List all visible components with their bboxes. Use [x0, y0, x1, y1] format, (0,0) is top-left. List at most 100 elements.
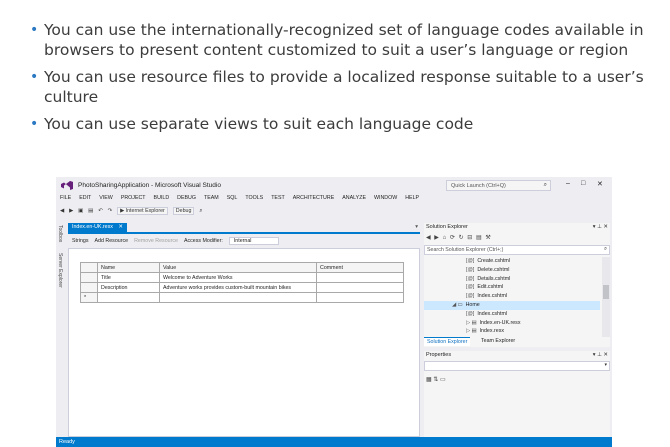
menu-build[interactable]: BUILD	[154, 195, 170, 204]
strings-dropdown[interactable]: Strings	[72, 238, 89, 244]
tree-item[interactable]: ▷ ▤ Index.resx	[424, 327, 600, 336]
table-row[interactable]: Title Welcome to Adventure Works	[80, 272, 404, 283]
cell-name[interactable]	[97, 292, 160, 303]
refresh-icon[interactable]: ↻	[459, 235, 465, 241]
save-icon[interactable]: ▤	[88, 208, 93, 214]
solution-explorer-search[interactable]: Search Solution Explorer (Ctrl+;) ⌕	[424, 245, 610, 255]
menu-view[interactable]: VIEW	[99, 195, 113, 204]
back-icon[interactable]: ◀	[60, 208, 64, 214]
column-header-name[interactable]: Name	[97, 262, 160, 273]
close-button[interactable]: ✕	[597, 180, 603, 188]
remove-resource-button[interactable]: Remove Resource	[134, 238, 178, 244]
cell-name[interactable]: Title	[97, 272, 160, 283]
file-type-icon: [@]	[466, 275, 475, 282]
menu-debug[interactable]: DEBUG	[177, 195, 196, 204]
tree-item[interactable]: [@] Delete.cshtml	[424, 266, 600, 275]
categorized-icon[interactable]: ▦	[426, 377, 432, 383]
title-bar: PhotoSharingApplication - Microsoft Visu…	[56, 177, 612, 194]
panel-pin-icon[interactable]: ▾ ⊥ ✕	[593, 352, 608, 358]
row-header[interactable]	[80, 272, 98, 283]
scrollbar-thumb[interactable]	[603, 285, 609, 299]
file-type-icon: ▷ ▤	[466, 319, 477, 326]
menu-tools[interactable]: TOOLS	[245, 195, 263, 204]
solution-explorer-title: Solution Explorer	[426, 224, 468, 230]
tab-solution-explorer[interactable]: Solution Explorer	[424, 337, 471, 346]
column-header-comment[interactable]: Comment	[316, 262, 404, 273]
toolbox-tab[interactable]: Toolbox	[57, 225, 63, 242]
access-modifier-dropdown[interactable]: Internal	[228, 236, 279, 245]
visual-studio-logo-icon	[61, 181, 73, 190]
collapse-all-icon[interactable]: ⊟	[467, 235, 473, 241]
table-row[interactable]: Description Adventure works provides cus…	[80, 282, 404, 293]
cell-name[interactable]: Description	[97, 282, 160, 293]
menu-edit[interactable]: EDIT	[79, 195, 91, 204]
add-resource-button[interactable]: Add Resource	[95, 238, 129, 244]
status-bar: Ready	[56, 437, 612, 447]
tree-item[interactable]: [@] Details.cshtml	[424, 275, 600, 284]
file-type-icon: ▷ ▤	[466, 328, 477, 335]
document-tab-row: Index.en-UK.resx ✕ ▾	[68, 223, 420, 234]
file-type-icon: [@]	[466, 266, 475, 273]
row-header[interactable]	[80, 282, 98, 293]
tab-index-en-uk-resx[interactable]: Index.en-UK.resx ✕	[68, 223, 127, 232]
undo-icon[interactable]: ↶	[98, 208, 102, 214]
tree-item-label: Edit.cshtml	[477, 284, 504, 291]
menu-file[interactable]: FILE	[60, 195, 71, 204]
panel-pin-icon[interactable]: ▾ ⊥ ✕	[593, 224, 608, 230]
visual-studio-window: PhotoSharingApplication - Microsoft Visu…	[56, 177, 612, 447]
bullet-dot-icon: •	[30, 22, 39, 38]
properties-object-dropdown[interactable]: ▾	[424, 361, 610, 371]
tree-item[interactable]: [@] Create.cshtml	[424, 257, 600, 266]
run-target-dropdown[interactable]: ▶ Internet Explorer	[117, 207, 168, 215]
tab-overflow-icon[interactable]: ▾	[415, 224, 418, 230]
cell-value[interactable]: Welcome to Adventure Works	[159, 272, 317, 283]
solution-tree: [@] Create.cshtml [@] Delete.cshtml [@] Detai…	[424, 257, 600, 337]
menu-project[interactable]: PROJECT	[121, 195, 146, 204]
properties-icon[interactable]: ⚒	[485, 235, 491, 241]
column-header-value[interactable]: Value	[159, 262, 317, 273]
alphabetical-icon[interactable]: ⇅	[433, 377, 438, 383]
menu-help[interactable]: HELP	[405, 195, 419, 204]
cell-comment[interactable]	[316, 292, 404, 303]
find-icon[interactable]: ⌕	[199, 208, 202, 215]
slide-bullets: • You can use the internationally-recogni…	[30, 20, 660, 141]
tree-item[interactable]: ▷ ▤ Index.en-UK.resx	[424, 319, 600, 328]
tree-item[interactable]: ◢ ▭ Home	[424, 300, 600, 310]
cell-comment[interactable]	[316, 272, 404, 283]
menu-architecture[interactable]: ARCHITECTURE	[293, 195, 335, 204]
menu-window[interactable]: WINDOW	[374, 195, 397, 204]
tree-item[interactable]: [@] Index.cshtml	[424, 310, 600, 319]
tab-team-explorer[interactable]: Team Explorer	[478, 337, 518, 345]
row-header-corner	[80, 262, 98, 273]
menu-test[interactable]: TEST	[271, 195, 285, 204]
home-icon[interactable]: ⌂	[443, 235, 448, 241]
new-project-icon[interactable]: ▣	[78, 208, 83, 214]
quick-launch-input[interactable]: Quick Launch (Ctrl+Q) ⌕	[446, 180, 551, 191]
tree-item-label: Delete.cshtml	[477, 266, 510, 273]
minimize-button[interactable]: –	[566, 180, 570, 187]
forward-icon[interactable]: ▶	[69, 208, 73, 214]
close-tab-icon[interactable]: ✕	[118, 224, 122, 230]
cell-comment[interactable]	[316, 282, 404, 293]
show-all-files-icon[interactable]: ▤	[476, 235, 483, 241]
forward-icon[interactable]: ▶	[434, 235, 440, 241]
tree-item[interactable]: [@] Index.cshtml	[424, 292, 600, 301]
tree-scrollbar[interactable]	[602, 257, 610, 337]
menu-sql[interactable]: SQL	[227, 195, 238, 204]
search-icon: ⌕	[543, 182, 547, 188]
server-explorer-tab[interactable]: Server Explorer	[57, 253, 63, 288]
bullet-item: • You can use the internationally-recogni…	[30, 20, 660, 60]
property-pages-icon[interactable]: ▭	[440, 377, 446, 383]
menu-team[interactable]: TEAM	[204, 195, 219, 204]
new-row[interactable]: *	[80, 292, 404, 303]
cell-value[interactable]	[159, 292, 317, 303]
cell-value[interactable]: Adventure works provides custom-built mo…	[159, 282, 317, 293]
tree-item[interactable]: [@] Edit.cshtml	[424, 283, 600, 292]
redo-icon[interactable]: ↷	[108, 208, 112, 214]
document-area: Index.en-UK.resx ✕ ▾ Strings Add Resourc…	[68, 223, 420, 437]
restore-button[interactable]: □	[581, 180, 585, 187]
configuration-dropdown[interactable]: Debug	[172, 207, 195, 215]
menu-analyze[interactable]: ANALYZE	[342, 195, 366, 204]
back-icon[interactable]: ◀	[426, 235, 432, 241]
sync-icon[interactable]: ⟳	[450, 235, 456, 241]
